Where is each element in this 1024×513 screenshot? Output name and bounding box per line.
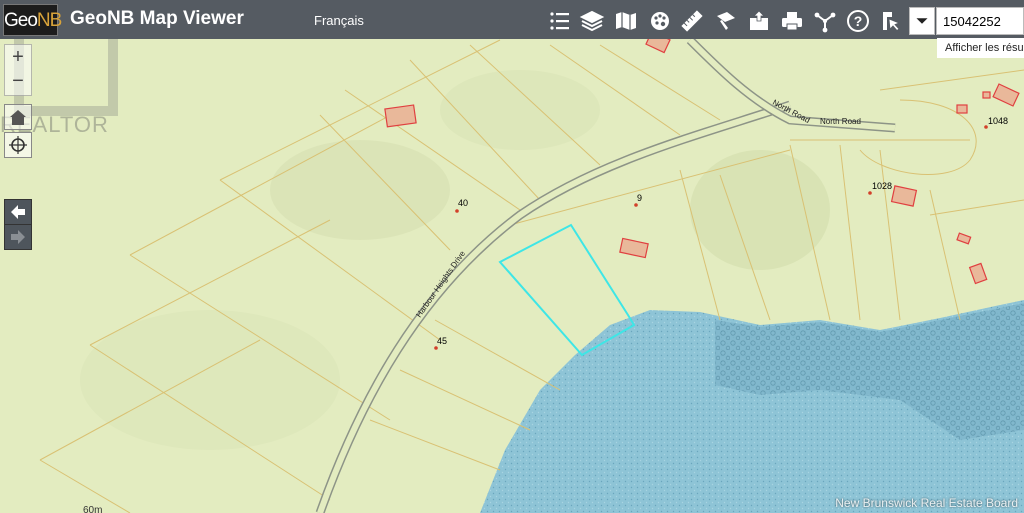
search-input[interactable] [936, 7, 1024, 35]
address-label-40: 40 [458, 198, 468, 208]
basemap-icon[interactable] [613, 8, 639, 34]
road-label-north-road-2: North Road [820, 117, 861, 126]
address-label-9: 9 [637, 193, 642, 203]
arrow-right-icon [11, 230, 25, 244]
board-watermark: New Brunswick Real Estate Board [835, 496, 1018, 510]
home-icon [10, 110, 26, 125]
palette-icon[interactable] [647, 8, 673, 34]
home-button[interactable] [4, 104, 32, 130]
help-icon[interactable]: ? [845, 8, 871, 34]
print-icon[interactable] [779, 8, 805, 34]
elevation-label: 60m [83, 505, 102, 513]
zoom-in-button[interactable]: + [5, 45, 31, 69]
zoom-control: + − [4, 44, 32, 96]
measure-icon[interactable] [679, 8, 705, 34]
svg-text:?: ? [854, 13, 863, 29]
legend-icon[interactable] [547, 8, 573, 34]
arrow-left-icon [11, 205, 25, 219]
draw-icon[interactable] [713, 8, 739, 34]
share-icon[interactable] [812, 8, 838, 34]
address-label-1028: 1028 [872, 181, 892, 191]
language-link[interactable]: Français [314, 13, 364, 28]
address-label-1048: 1048 [988, 116, 1008, 126]
search-type-dropdown[interactable] [909, 7, 935, 35]
map-canvas[interactable]: Harbour Heights Drive North Road North R… [0, 0, 1024, 513]
identify-icon[interactable] [878, 8, 904, 34]
next-extent-button[interactable] [4, 224, 32, 250]
previous-extent-button[interactable] [4, 199, 32, 225]
layers-icon[interactable] [579, 8, 605, 34]
chevron-down-icon [916, 18, 928, 24]
geonb-logo: GeoNB [3, 4, 62, 36]
address-label-45: 45 [437, 336, 447, 346]
top-toolbar: GeoNB GeoNB Map Viewer Français ? [0, 0, 1024, 39]
search-results-link[interactable]: Afficher les résult [937, 38, 1024, 58]
crosshair-icon [9, 136, 27, 154]
upload-icon[interactable] [746, 8, 772, 34]
app-title: GeoNB Map Viewer [70, 8, 244, 29]
locate-button[interactable] [4, 132, 32, 158]
zoom-out-button[interactable]: − [5, 69, 31, 93]
